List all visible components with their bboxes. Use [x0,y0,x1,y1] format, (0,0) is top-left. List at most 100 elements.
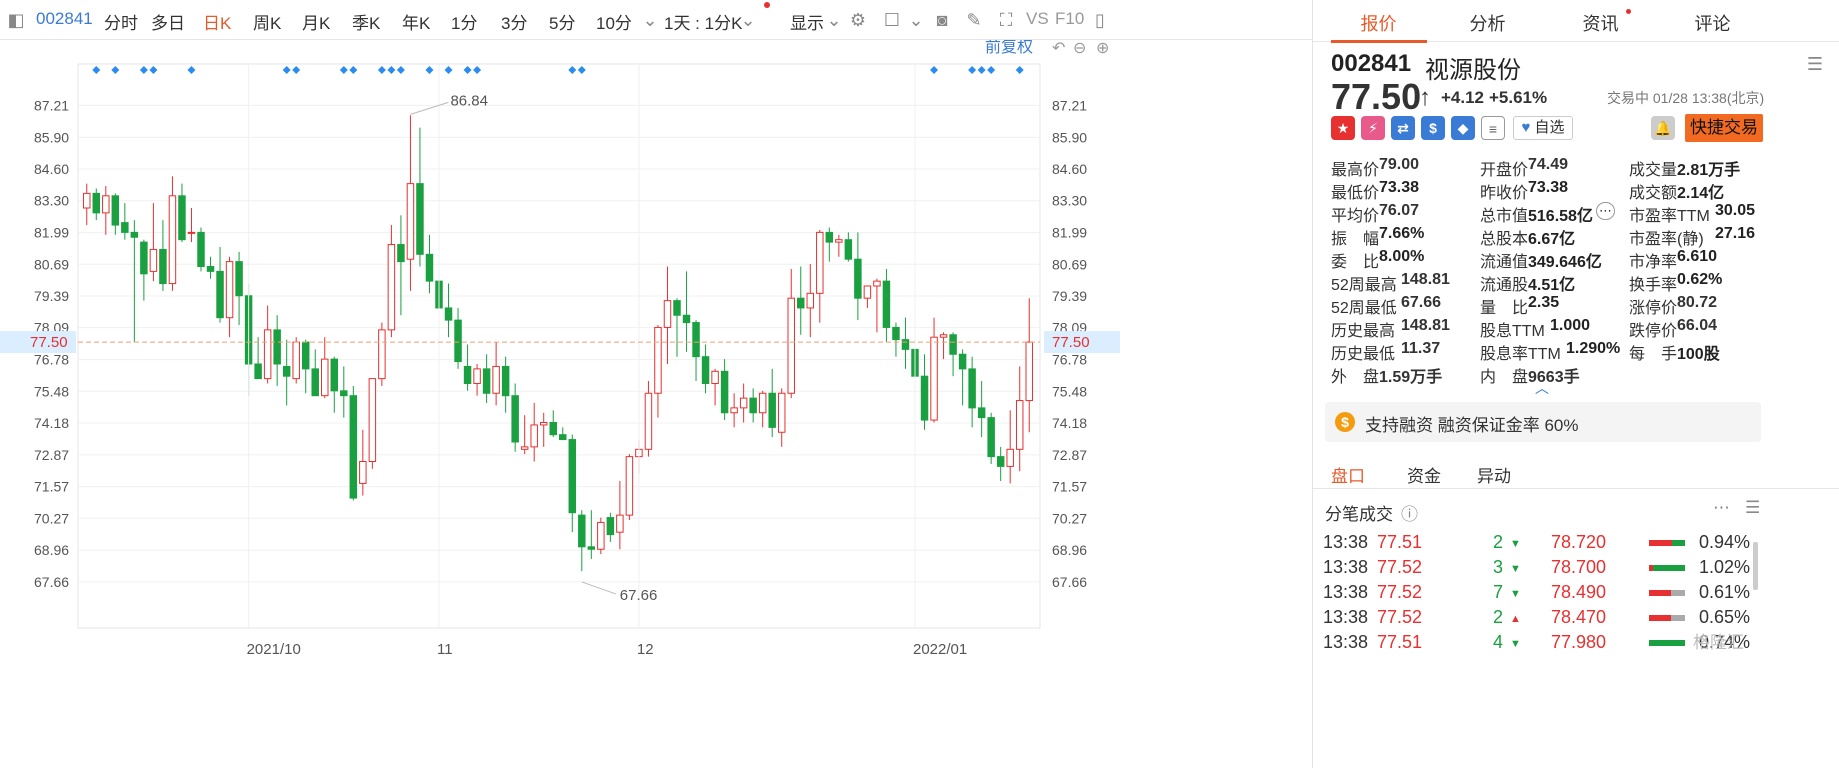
bell-icon[interactable]: 🔔 [1651,116,1675,140]
watchlist-button[interactable]: ♥ 自选 [1513,116,1573,140]
chevron-down-icon[interactable]: ⌄ [822,8,846,32]
candle-body [930,336,938,421]
candle-body [159,248,167,285]
period-tab-11[interactable]: 10分 [596,9,632,34]
dollar-icon[interactable]: $ [1421,116,1445,140]
period-tab-7[interactable]: 年K [402,9,430,34]
more-icon[interactable]: ⋯ [1596,202,1615,220]
price-tick-right: 76.78 [1052,352,1087,368]
candle-body [682,314,691,324]
period-tab-10[interactable]: 5分 [549,9,575,34]
tick-price: 77.52 [1377,582,1423,602]
notes-icon[interactable]: ≡ [1481,116,1505,140]
period-tab-8[interactable]: 1分 [451,9,477,34]
price-tick-right: 85.90 [1052,129,1087,145]
range-select[interactable]: 1天 : 1分K [664,9,742,34]
kline-chart[interactable]: 前复权 ↶ ⊖ ⊕ 87.21 87.21 85.90 85.90 84.60 84.60 83.3… [0,40,1120,768]
tick-row: 13:38 77.51 4 77.980 0.74% ▼ [1313,630,1839,658]
expand-icon[interactable]: ⛶ [994,8,1018,32]
stat-label: 换手率 [1629,277,1678,294]
stat-value: 0.62% [1677,271,1723,288]
stock-code: 002841 [1331,50,1412,77]
stat-value: 148.81 [1401,317,1450,334]
period-tab-9[interactable]: 3分 [501,9,527,34]
candle-body [797,297,805,309]
tag-icon[interactable]: ◆ [1451,116,1475,140]
candle-body [673,300,681,316]
collapse-icon[interactable]: ︿ [1535,378,1549,398]
list-icon[interactable]: ☰ [1745,498,1760,518]
tick-time: 13:38 [1323,557,1369,577]
price-tick-right: 71.57 [1052,479,1087,495]
event-marker [977,66,986,74]
menu-icon[interactable]: ☰ [1803,52,1827,76]
camera-icon[interactable]: ◙ [930,8,954,32]
candle-body [473,368,481,384]
event-marker [968,66,977,74]
shuffle-icon[interactable]: ⇄ [1391,116,1415,140]
period-tab-1[interactable]: 分时 [104,9,138,34]
candle-body [559,434,567,441]
sidebar-toggle-icon[interactable]: ◧ [4,8,28,32]
price-tick-left: 76.78 [34,352,69,368]
price-tick-left: 80.69 [34,256,69,272]
period-tab-3[interactable]: 日K [203,9,231,34]
tick-row: 13:38 77.52 3 78.700 1.02% ▼ [1313,555,1839,583]
panel-toggle-icon[interactable]: ▯ [1088,8,1112,32]
flag-icon[interactable]: ★ [1331,116,1355,140]
ratio-bar [1649,615,1685,621]
subtab-orderbook[interactable]: 盘口 [1331,462,1365,487]
tab-comments[interactable]: 评论 [1647,10,1778,36]
stat-value: 1.000 [1550,317,1591,334]
period-tab-4[interactable]: 周K [253,9,281,34]
ratio-bar [1649,590,1685,596]
period-tab-6[interactable]: 季K [352,9,380,34]
candle-body [520,446,529,450]
quick-trade-button[interactable]: 快捷交易 [1685,114,1763,142]
more-icon[interactable]: ⋯ [1713,498,1730,518]
price-tick-left: 83.30 [34,193,69,209]
stat-label: 平均价 [1331,208,1380,225]
info-icon[interactable]: ⓘ [1401,500,1418,525]
chevron-down-icon[interactable]: ⌄ [638,8,662,32]
candle-body [730,407,738,414]
subtab-capital[interactable]: 资金 [1407,462,1441,487]
coin-icon: $ [1335,412,1355,432]
divider [1313,488,1839,489]
stat-value: 76.07 [1379,202,1420,219]
subtab-events[interactable]: 异动 [1477,462,1511,487]
chevron-down-icon[interactable]: ⌄ [904,8,928,32]
pencil-icon[interactable]: ✎ [962,8,986,32]
stat-label: 历史最高 [1331,323,1396,340]
candle-body [825,231,834,243]
gear-icon[interactable]: ⚙ [846,8,870,32]
candle-body [692,322,700,358]
event-marker [577,66,586,74]
event-marker [292,66,301,74]
scrollbar[interactable] [1753,542,1758,590]
period-tab-5[interactable]: 月K [302,9,330,34]
candle-body [378,329,386,380]
date-label: 2022/01 [913,641,967,658]
adjust-mode-button[interactable]: 前复权 [985,40,1033,56]
period-tab-2[interactable]: 多日 [151,9,185,34]
chevron-down-icon[interactable]: ⌄ [736,8,760,32]
last-price: 77.50 [1331,76,1422,117]
candle-body [282,365,291,377]
candle-body [835,239,843,243]
candle-body [416,183,424,255]
flash-icon[interactable]: ⚡ [1361,116,1385,140]
display-menu[interactable]: 显示 [790,9,824,34]
tick-price2: 78.470 [1551,607,1607,627]
event-marker [139,66,148,74]
candle-body [206,266,215,272]
candle-body [187,231,196,234]
tab-analysis[interactable]: 分析 [1422,10,1553,36]
stat-label: 52周最低 [1331,300,1397,317]
f10-button[interactable]: F10 [1055,9,1084,29]
candle-body [292,341,300,380]
vs-button[interactable]: VS [1026,9,1049,29]
stat-label: 流通股 [1480,277,1529,294]
square-icon[interactable]: ☐ [880,8,904,32]
tick-row: 13:38 77.52 2 78.470 0.65% ▲ [1313,605,1839,633]
